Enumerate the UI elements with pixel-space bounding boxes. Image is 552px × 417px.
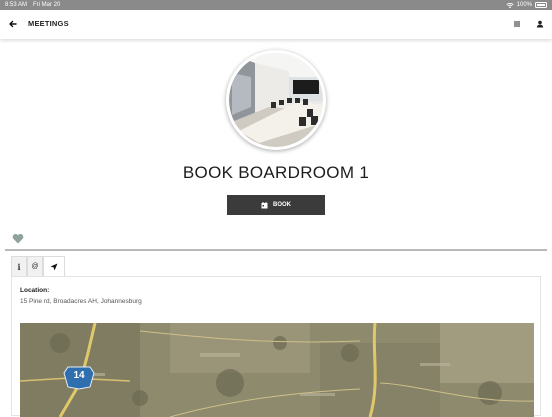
info-icon: i — [17, 261, 21, 272]
map-image — [20, 323, 534, 417]
location-address: 15 Pine rd, Broadacres AH, Johannesburg — [20, 298, 142, 305]
room-title: BOOK BOARDROOM 1 — [182, 163, 370, 182]
location-label: Location: — [20, 287, 50, 294]
back-arrow-icon[interactable] — [6, 17, 20, 31]
battery-icon — [535, 2, 547, 8]
heart-icon[interactable] — [12, 233, 24, 244]
tab-contact[interactable]: @ — [27, 256, 43, 277]
navigation-arrow-icon — [50, 263, 58, 270]
details-panel: Location: 15 Pine rd, Broadacres AH, Joh… — [11, 276, 541, 417]
at-icon: @ — [31, 263, 39, 270]
book-button-label: BOOK — [273, 202, 291, 208]
route-number: 14 — [73, 370, 85, 381]
battery-percent: 100% — [516, 2, 532, 8]
section-divider — [5, 249, 547, 251]
status-time: 8:53 AM — [5, 2, 28, 8]
status-bar: 8:53 AM Fri Mar 20 100% — [0, 0, 552, 10]
satellite-map[interactable]: 14 — [20, 323, 534, 417]
page-title: MEETINGS — [28, 19, 69, 28]
calendar-icon — [261, 201, 268, 208]
detail-tabs: i @ — [11, 256, 65, 277]
user-icon[interactable] — [534, 18, 546, 30]
status-indicators: 100% — [506, 0, 547, 10]
tab-info[interactable]: i — [11, 256, 27, 277]
app-header: MEETINGS — [0, 10, 552, 39]
status-date: Fri Mar 20 — [33, 2, 61, 8]
tab-directions[interactable] — [43, 256, 65, 277]
wifi-icon — [506, 2, 514, 8]
room-photo — [226, 50, 326, 150]
menu-icon[interactable] — [511, 18, 523, 30]
boardroom-image — [229, 53, 323, 147]
book-button[interactable]: BOOK — [227, 195, 325, 215]
